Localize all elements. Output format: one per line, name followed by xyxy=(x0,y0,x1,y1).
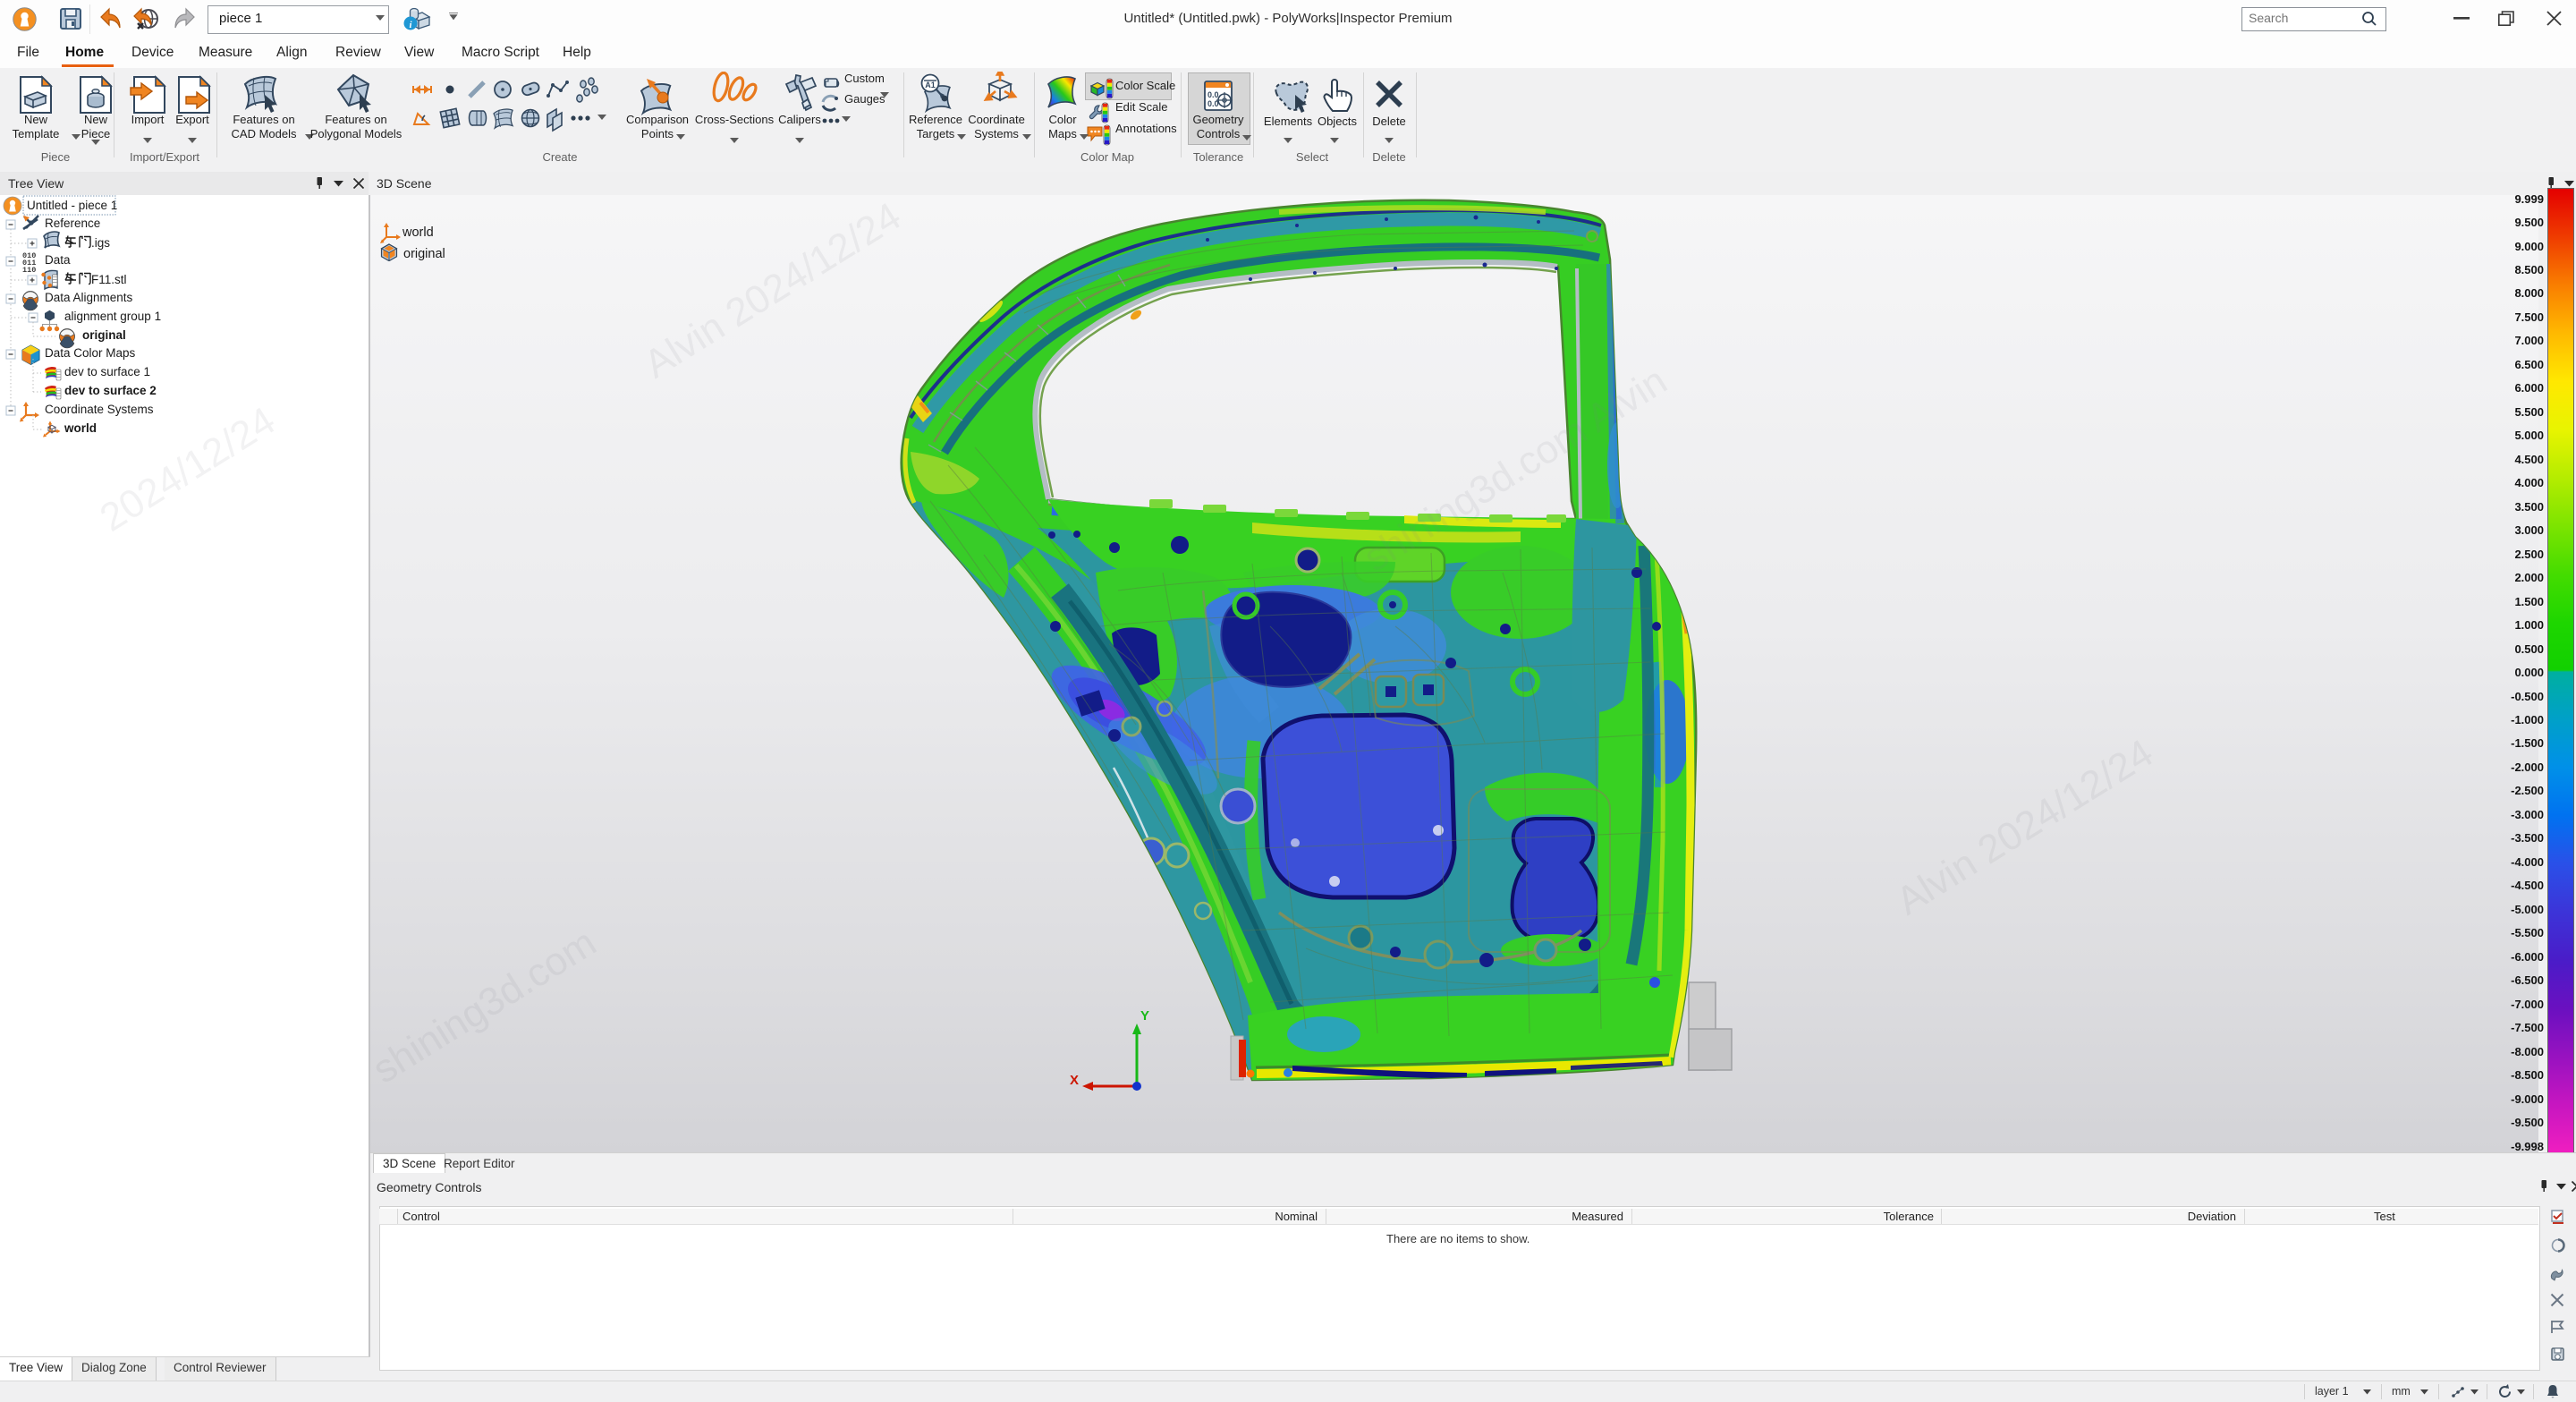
svg-text:110: 110 xyxy=(22,266,36,275)
svg-text:A1: A1 xyxy=(925,81,936,89)
svg-text:Y: Y xyxy=(1140,1008,1149,1024)
svg-text:0.0: 0.0 xyxy=(1208,90,1219,99)
svg-text:X: X xyxy=(1070,1073,1079,1088)
